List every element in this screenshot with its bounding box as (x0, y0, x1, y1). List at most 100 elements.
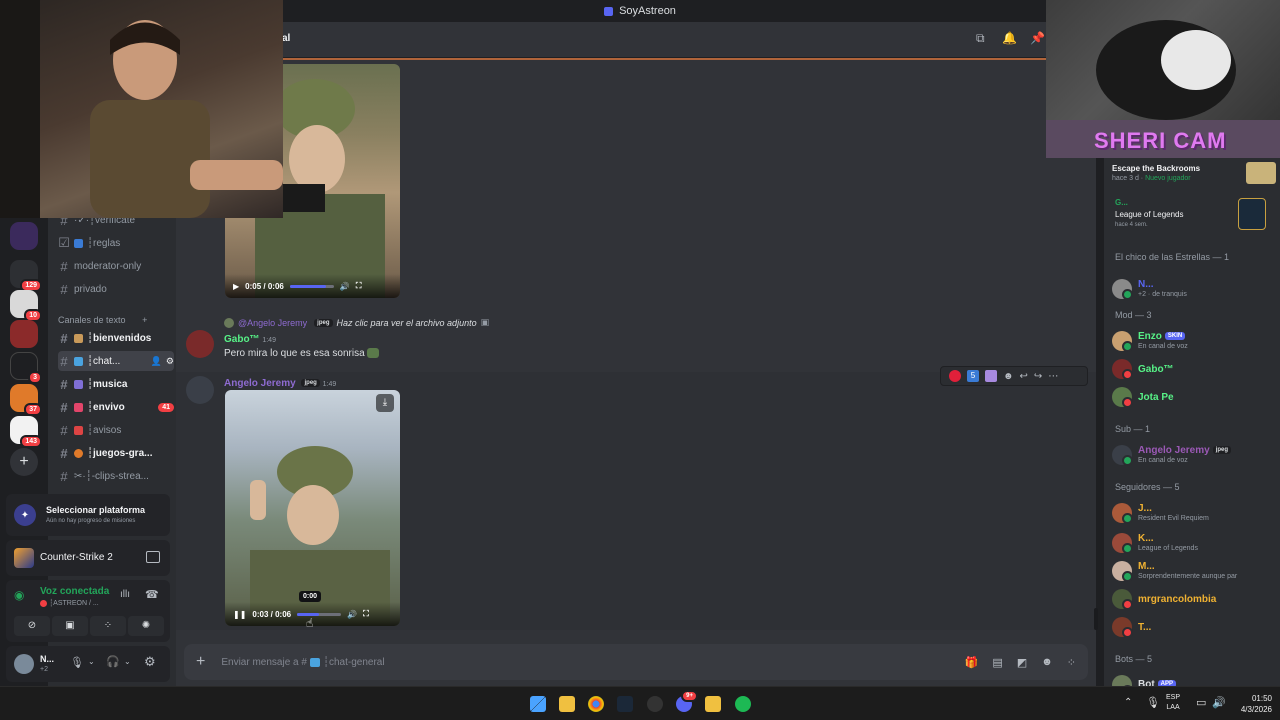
attach-plus-icon[interactable]: + (196, 653, 205, 671)
forward-icon[interactable]: ↪ (1034, 371, 1042, 382)
quest-panel[interactable]: ✦ Seleccionar plataforma Aún no hay prog… (6, 494, 170, 536)
app-icon[interactable] (647, 696, 663, 712)
reaction-number-icon[interactable]: 5 (967, 370, 979, 382)
activity-card-lol[interactable]: G... League of Legends hace 4 sem. (1112, 190, 1276, 238)
add-reaction-icon[interactable]: ☻ (1003, 371, 1014, 382)
channel-reglas[interactable]: ☑ ┆reglas (58, 233, 174, 253)
member-item[interactable]: Gabo™ (1112, 356, 1276, 382)
channel-juegos[interactable]: # ┆juegos-gra... (58, 443, 174, 463)
spotify-icon[interactable] (735, 696, 751, 712)
activities-button[interactable]: ⁘ (90, 616, 126, 636)
video-attachment[interactable]: ⤓ 0:00 ❚❚ 0:03 / 0:06 🔊 ⛶ (225, 390, 400, 626)
emoji-picker-icon[interactable]: ☻ (1041, 656, 1053, 669)
pin-icon[interactable]: 📌 (1030, 31, 1045, 45)
member-item[interactable]: Angelo Jeremy jpeg En canal de voz (1112, 442, 1276, 468)
server-astreon[interactable] (10, 222, 38, 250)
gear-icon[interactable]: ⚙ (166, 356, 174, 367)
microphone-icon[interactable]: 🎙 (1146, 696, 1160, 709)
scrollbar[interactable] (1094, 608, 1098, 630)
message-author[interactable]: Gabo™ 1:49 (224, 334, 276, 345)
gift-icon[interactable]: 🎁 (965, 656, 979, 669)
server-3[interactable]: 10 (10, 290, 42, 322)
channel-clips[interactable]: # ✂·┆-clips-strea... (58, 466, 174, 486)
category-text-channels[interactable]: Canales de texto + (58, 315, 147, 325)
member-item[interactable]: M... Sorprendentemente aunque par (1112, 558, 1276, 584)
member-item[interactable]: Enzo SKIN En canal de voz (1112, 328, 1276, 354)
volume-icon[interactable]: 🔊 (1212, 696, 1226, 709)
member-item[interactable]: K... League of Legends (1112, 530, 1276, 556)
reaction-square-icon[interactable] (985, 370, 997, 382)
invite-icon[interactable]: 👤 (151, 356, 162, 367)
language-indicator[interactable]: ESP LAA (1166, 693, 1180, 713)
channel-bienvenidos[interactable]: # ┆bienvenidos (58, 328, 174, 348)
reply-reference[interactable]: @Angelo Jeremy jpeg Haz clic para ver el… (224, 317, 489, 328)
network-icon[interactable]: ▭ (1196, 696, 1206, 709)
headphones-icon[interactable]: 🎧 (106, 655, 120, 668)
server-7[interactable]: 143 (10, 416, 42, 448)
user-name[interactable]: N... (40, 654, 54, 664)
volume-icon[interactable]: 🔊 (347, 610, 357, 619)
video-progress[interactable] (289, 284, 334, 288)
channel-envivo[interactable]: # ┆envivo 41 (58, 397, 174, 417)
message-author[interactable]: Angelo Jeremy jpeg 1:49 (224, 378, 336, 389)
more-icon[interactable]: ⋯ (1048, 371, 1058, 382)
channel-avisos[interactable]: # ┆avisos (58, 420, 174, 440)
channel-privado[interactable]: # privado (58, 279, 174, 299)
chevron-down-icon[interactable]: ⌄ (88, 657, 95, 666)
apps-icon[interactable]: ⁘ (1067, 656, 1076, 669)
app-icon[interactable] (705, 696, 721, 712)
add-server-icon[interactable]: + (10, 448, 38, 476)
voice-channel[interactable]: ┆ASTREON / ... (40, 599, 99, 607)
steam-icon[interactable] (617, 696, 633, 712)
member-name: mrgrancolombia (1138, 593, 1217, 605)
settings-gear-icon[interactable]: ⚙ (144, 654, 156, 670)
noise-suppression-icon[interactable]: ıllı (120, 589, 130, 600)
sticker-icon[interactable]: ◩ (1017, 656, 1027, 669)
disconnect-icon[interactable]: ☎ (145, 588, 159, 601)
file-explorer-icon[interactable] (559, 696, 575, 712)
discord-icon[interactable]: 9+ (676, 690, 698, 712)
chevron-down-icon[interactable]: ⌄ (124, 657, 131, 666)
chevron-up-icon[interactable]: ⌃ (1124, 697, 1132, 708)
member-item[interactable]: mrgrancolombia (1112, 586, 1276, 612)
fullscreen-icon[interactable]: ⛶ (363, 609, 369, 619)
camera-off-button[interactable]: ⊘ (14, 616, 50, 636)
bell-icon[interactable]: 🔔 (1002, 31, 1017, 45)
member-item[interactable]: J... Resident Evil Requiem (1112, 500, 1276, 526)
video-progress[interactable] (297, 612, 342, 616)
channel-moderator-only[interactable]: # moderator-only (58, 256, 174, 276)
voice-status[interactable]: Voz conectada (40, 586, 109, 597)
download-icon[interactable]: ⤓ (376, 394, 394, 412)
soundboard-button[interactable]: ✺ (128, 616, 164, 636)
stream-game-icon[interactable] (146, 551, 160, 563)
message-input[interactable]: + Enviar mensaje a # ┆chat-general 🎁 ▤ ◩… (184, 644, 1088, 680)
start-menu-icon[interactable] (530, 696, 546, 712)
member-item[interactable]: N... +2 · de tranquis (1112, 276, 1276, 302)
channel-chat-general[interactable]: # ┆chat... 👤 ⚙ (58, 351, 174, 371)
server-2[interactable]: 129 (10, 260, 42, 292)
microphone-icon[interactable]: 🎙 (70, 656, 84, 669)
reaction-record-icon[interactable] (949, 370, 961, 382)
member-item[interactable]: Jota Pe (1112, 384, 1276, 410)
volume-icon[interactable]: 🔊 (340, 282, 350, 291)
server-4[interactable] (10, 320, 38, 348)
add-channel-icon[interactable]: + (142, 315, 147, 325)
game-activity[interactable]: Counter-Strike 2 (6, 540, 170, 576)
reply-icon[interactable]: ↩ (1020, 371, 1028, 382)
avatar[interactable] (186, 330, 214, 358)
chrome-icon[interactable] (588, 696, 604, 712)
avatar[interactable] (14, 654, 34, 674)
channel-musica[interactable]: # ┆musica (58, 374, 174, 394)
member-item[interactable]: T... (1112, 614, 1276, 640)
play-icon[interactable]: ▶ (233, 282, 239, 291)
threads-icon[interactable]: ⧉ (976, 31, 985, 46)
activity-card-backrooms[interactable]: Escape the Backrooms hace 3 d · Nuevo ju… (1112, 160, 1276, 186)
screen-share-button[interactable]: ▣ (52, 616, 88, 636)
fullscreen-icon[interactable]: ⛶ (356, 281, 362, 291)
server-6[interactable]: 37 (10, 384, 42, 416)
pause-icon[interactable]: ❚❚ (233, 610, 246, 619)
server-5[interactable]: 3 (10, 352, 42, 384)
gif-icon[interactable]: ▤ (992, 656, 1002, 669)
clock[interactable]: 01:50 4/3/2026 (1232, 693, 1272, 715)
avatar[interactable] (186, 376, 214, 404)
